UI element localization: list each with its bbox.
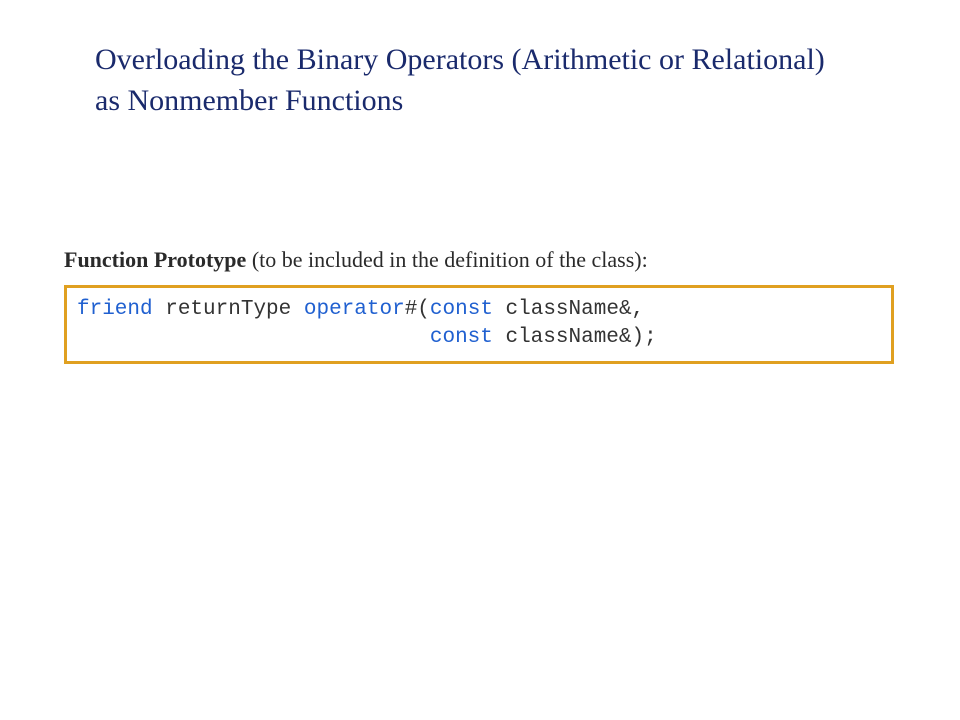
code-hash-open: #( [405, 298, 430, 321]
code-indent [77, 326, 430, 349]
keyword-const-1: const [430, 298, 493, 321]
prototype-caption: Function Prototype (to be included in th… [64, 247, 894, 273]
keyword-operator: operator [304, 298, 405, 321]
keyword-const-2: const [430, 326, 493, 349]
prototype-caption-bold: Function Prototype [64, 247, 246, 272]
keyword-friend: friend [77, 298, 153, 321]
prototype-caption-rest: (to be included in the definition of the… [246, 247, 647, 272]
slide-title: Overloading the Binary Operators (Arithm… [95, 40, 845, 121]
prototype-section: Function Prototype (to be included in th… [64, 247, 894, 364]
code-box: friend returnType operator#(const classN… [64, 285, 894, 364]
code-arg1: className&, [493, 298, 644, 321]
code-arg2: className&); [493, 326, 657, 349]
title-text: Overloading the Binary Operators (Arithm… [95, 40, 845, 121]
code-returntype: returnType [153, 298, 304, 321]
